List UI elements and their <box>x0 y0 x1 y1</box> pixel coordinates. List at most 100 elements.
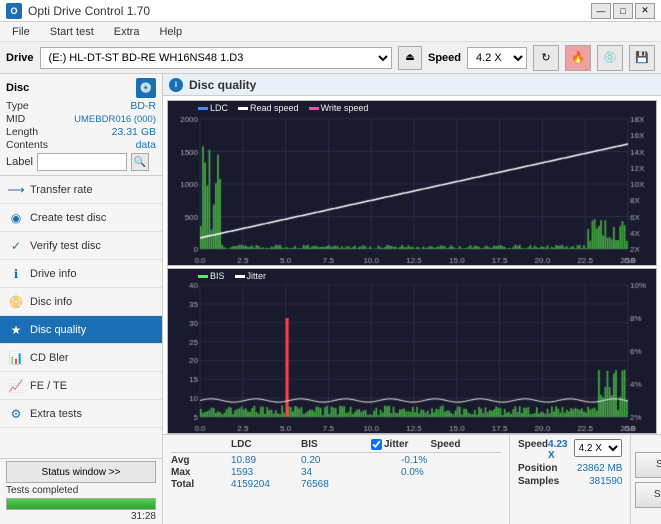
speed-refresh-button[interactable]: ↻ <box>533 45 559 71</box>
fe-te-icon: 📈 <box>8 378 24 394</box>
sidebar-item-label: Drive info <box>30 268 76 280</box>
stats-avg-row: Avg 10.89 0.20 -0.1% <box>171 455 501 466</box>
verify-test-disc-icon: ✓ <box>8 238 24 254</box>
status-bar: Status window >> Tests completed 31:28 <box>0 458 162 524</box>
drive-select[interactable]: (E:) HL-DT-ST BD-RE WH16NS48 1.D3 <box>40 47 392 69</box>
speed-row: Speed 4.23 X 4.2 X <box>518 439 622 461</box>
ldc-chart-legend: LDC Read speed Write speed <box>198 103 368 113</box>
avg-label: Avg <box>171 455 231 466</box>
stats-table: LDC BIS Jitter Speed Avg 10.89 0.20 -0.1… <box>163 435 509 524</box>
disc-section-title: Disc <box>6 82 29 94</box>
menu-start-test[interactable]: Start test <box>42 24 102 40</box>
burn-button[interactable]: 🔥 <box>565 45 591 71</box>
position-value: 23862 MB <box>577 463 623 474</box>
disc-length-value: 23.31 GB <box>112 126 156 138</box>
disc-length-label: Length <box>6 126 38 138</box>
sidebar-item-transfer-rate[interactable]: ⟶ Transfer rate <box>0 176 162 204</box>
start-buttons: Start full Start part <box>630 435 661 524</box>
disc-quality-title: Disc quality <box>189 78 256 92</box>
sidebar-item-extra-tests[interactable]: ⚙ Extra tests <box>0 400 162 428</box>
total-bis: 76568 <box>301 479 371 490</box>
max-ldc: 1593 <box>231 467 301 478</box>
max-bis: 34 <box>301 467 371 478</box>
disc-label-row: Label 🔍 <box>6 153 156 171</box>
disc-label-input[interactable] <box>37 153 127 171</box>
jitter-checkbox[interactable] <box>371 439 382 450</box>
menu-file[interactable]: File <box>4 24 38 40</box>
charts-container: LDC Read speed Write speed <box>163 96 661 434</box>
drivebar: Drive (E:) HL-DT-ST BD-RE WH16NS48 1.D3 … <box>0 42 661 74</box>
disc-contents-value: data <box>136 139 156 151</box>
bottom-stats: LDC BIS Jitter Speed Avg 10.89 0.20 -0.1… <box>163 434 661 524</box>
eject-button[interactable]: ⏏ <box>398 46 422 70</box>
read-speed-legend-dot <box>238 107 248 110</box>
stats-col-speed-label: Speed <box>430 439 460 450</box>
titlebar: O Opti Drive Control 1.70 — □ ✕ <box>0 0 661 22</box>
bis-chart: BIS Jitter <box>167 268 657 434</box>
disc-quality-icon: ★ <box>8 322 24 338</box>
ldc-legend-label: LDC <box>210 103 228 113</box>
menu-extra[interactable]: Extra <box>106 24 148 40</box>
bis-legend-item: BIS <box>198 271 225 281</box>
disc-label-icon-button[interactable]: 🔍 <box>131 153 149 171</box>
status-window-button[interactable]: Status window >> <box>6 461 156 483</box>
disc-header: Disc 💿 <box>6 78 156 98</box>
disc-button[interactable]: 💿 <box>597 45 623 71</box>
speed-select[interactable]: 4.2 X <box>467 47 527 69</box>
jitter-legend-item: Jitter <box>235 271 267 281</box>
ldc-chart: LDC Read speed Write speed <box>167 100 657 266</box>
sidebar-item-disc-quality[interactable]: ★ Disc quality <box>0 316 162 344</box>
sidebar-item-disc-info[interactable]: 📀 Disc info <box>0 288 162 316</box>
sidebar-item-verify-test-disc[interactable]: ✓ Verify test disc <box>0 232 162 260</box>
read-speed-legend-item: Read speed <box>238 103 299 113</box>
max-jitter: 0.0% <box>401 467 501 478</box>
sidebar-item-label: Verify test disc <box>30 240 101 252</box>
samples-label: Samples <box>518 476 559 487</box>
disc-mid-row: MID UMEBDR016 (000) <box>6 113 156 125</box>
stats-right: Speed 4.23 X 4.2 X Position 23862 MB Sam… <box>509 435 630 524</box>
minimize-button[interactable]: — <box>591 3 611 19</box>
stats-header: LDC BIS Jitter Speed <box>171 439 501 453</box>
stats-col-bis: BIS <box>301 439 371 450</box>
jitter-legend-dot <box>235 275 245 278</box>
save-button[interactable]: 💾 <box>629 45 655 71</box>
disc-type-label: Type <box>6 100 29 112</box>
sidebar-item-cd-bler[interactable]: 📊 CD Bler <box>0 344 162 372</box>
create-test-disc-icon: ◉ <box>8 210 24 226</box>
speed-label: Speed <box>428 52 461 64</box>
titlebar-controls: — □ ✕ <box>591 3 655 19</box>
close-button[interactable]: ✕ <box>635 3 655 19</box>
sidebar-item-label: Disc info <box>30 296 72 308</box>
sidebar-item-drive-info[interactable]: ℹ Drive info <box>0 260 162 288</box>
start-part-button[interactable]: Start part <box>635 482 661 508</box>
speed-select-stats[interactable]: 4.2 X <box>574 439 623 457</box>
total-ldc: 4159204 <box>231 479 301 490</box>
sidebar-item-label: CD Bler <box>30 352 69 364</box>
position-row: Position 23862 MB <box>518 463 622 474</box>
sidebar-item-fe-te[interactable]: 📈 FE / TE <box>0 372 162 400</box>
status-time: 31:28 <box>6 511 156 522</box>
max-label: Max <box>171 467 231 478</box>
avg-bis: 0.20 <box>301 455 371 466</box>
bis-legend-dot <box>198 275 208 278</box>
sidebar-item-label: Extra tests <box>30 408 82 420</box>
disc-info-icon: 📀 <box>8 294 24 310</box>
jitter-legend-label: Jitter <box>247 271 267 281</box>
disc-label-label: Label <box>6 156 33 168</box>
menu-help[interactable]: Help <box>151 24 190 40</box>
bis-legend-label: BIS <box>210 271 225 281</box>
samples-value: 381590 <box>589 476 622 487</box>
sidebar-item-label: Transfer rate <box>30 184 93 196</box>
sidebar-item-create-test-disc[interactable]: ◉ Create test disc <box>0 204 162 232</box>
ldc-canvas <box>168 101 656 265</box>
sidebar-item-label: Disc quality <box>30 324 86 336</box>
cd-bler-icon: 📊 <box>8 350 24 366</box>
start-full-button[interactable]: Start full <box>635 452 661 478</box>
sidebar: Disc 💿 Type BD-R MID UMEBDR016 (000) Len… <box>0 74 163 524</box>
ldc-legend-dot <box>198 107 208 110</box>
progress-bar-fill <box>7 499 155 509</box>
disc-mid-value: UMEBDR016 (000) <box>74 114 156 125</box>
maximize-button[interactable]: □ <box>613 3 633 19</box>
extra-tests-icon: ⚙ <box>8 406 24 422</box>
titlebar-left: O Opti Drive Control 1.70 <box>6 3 150 19</box>
